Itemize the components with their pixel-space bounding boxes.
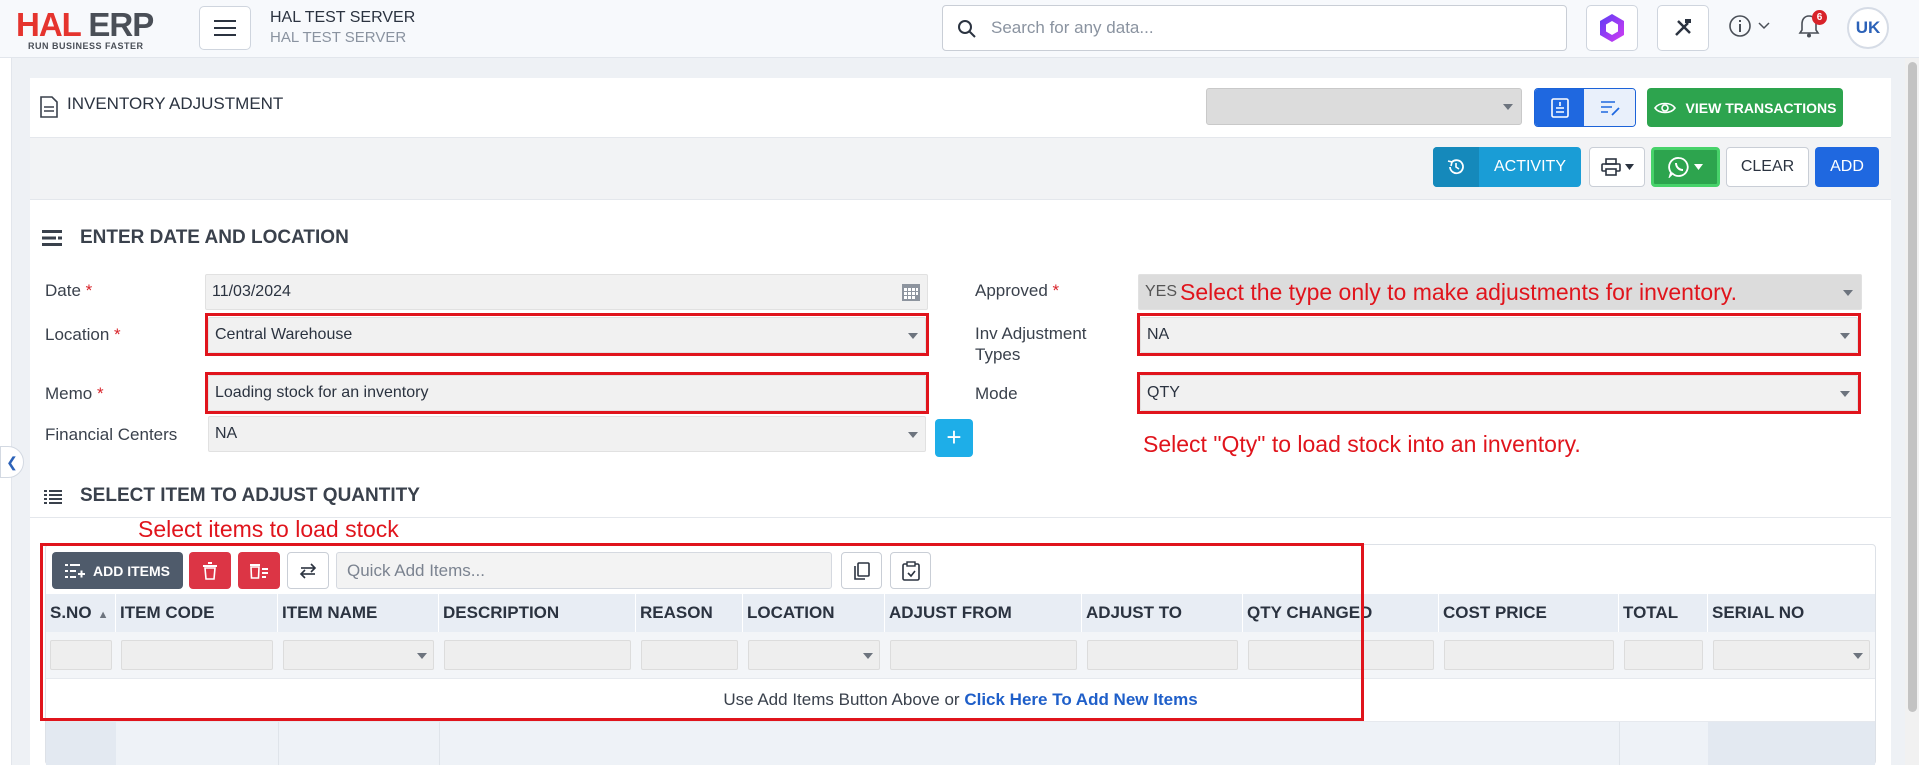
filter-cost-price[interactable] (1444, 640, 1614, 670)
transaction-select[interactable] (1206, 88, 1522, 125)
help-menu[interactable] (1728, 14, 1770, 38)
print-dropdown-button[interactable] (1589, 147, 1645, 187)
sidebar-expand-button[interactable]: ❮ (0, 446, 24, 478)
section-title-select-items: SELECT ITEM TO ADJUST QUANTITY (80, 485, 420, 506)
edit-list-icon (1600, 100, 1620, 116)
column-header-cost-price[interactable]: COST PRICE (1439, 594, 1619, 632)
memo-highlight (205, 372, 929, 414)
tools-button[interactable] (1657, 5, 1709, 51)
view-transactions-button[interactable]: VIEW TRANSACTIONS (1647, 88, 1843, 127)
inventory-adjustment-card: INVENTORY ADJUSTMENT VIEW TRANSACTIONS A… (30, 78, 1891, 765)
add-button[interactable]: ADD (1815, 147, 1879, 187)
list-section-icon (44, 490, 62, 504)
left-rail (0, 58, 12, 765)
financial-centers-select[interactable]: NA (208, 416, 926, 452)
eye-icon (1653, 102, 1676, 113)
date-label: Date * (45, 281, 93, 300)
date-field[interactable]: 11/03/2024 (205, 274, 928, 310)
inv-types-highlight (1137, 313, 1861, 356)
grid-stripe (46, 722, 116, 765)
financial-centers-label: Financial Centers (45, 425, 178, 444)
grid-divider (278, 722, 279, 765)
column-header-total[interactable]: TOTAL (1619, 594, 1708, 632)
card-header: INVENTORY ADJUSTMENT VIEW TRANSACTIONS (30, 78, 1891, 138)
financial-centers-value: NA (215, 425, 238, 442)
action-toolbar: ACTIVITY CLEAR ADD (30, 138, 1891, 200)
approved-value: YES (1145, 283, 1178, 300)
printer-icon (1600, 158, 1621, 176)
server-info: HAL TEST SERVER HAL TEST SERVER (270, 8, 415, 48)
hal-erp-logo[interactable]: HAL ERP RUN BUSINESS FASTER (16, 6, 186, 51)
chevron-down-icon (908, 432, 918, 438)
grid-stripe (1708, 722, 1875, 765)
filter-serial-no[interactable] (1713, 640, 1870, 670)
list-view-button[interactable] (1584, 89, 1635, 126)
menu-toggle-button[interactable] (199, 6, 251, 50)
view-mode-toggle (1534, 88, 1636, 127)
section-title-date-location: ENTER DATE AND LOCATION (80, 227, 349, 248)
scrollbar-thumb[interactable] (1908, 62, 1917, 712)
inv-adjustment-types-label: Inv Adjustment Types (975, 324, 1087, 364)
plus-icon: + (946, 422, 962, 452)
clear-button[interactable]: CLEAR (1726, 147, 1809, 187)
search-icon (958, 20, 976, 38)
chevron-left-icon: ❮ (6, 453, 18, 470)
memo-label: Memo * (45, 384, 104, 403)
tools-icon (1675, 19, 1691, 36)
mode-highlight (1137, 372, 1861, 414)
location-highlight (205, 313, 929, 356)
hamburger-icon (214, 20, 236, 36)
hexagon-logo-icon (1600, 14, 1624, 42)
grid-divider (439, 722, 440, 765)
search-input[interactable] (991, 14, 1551, 42)
activity-label: ACTIVITY (1493, 158, 1566, 175)
activity-button[interactable]: ACTIVITY (1433, 147, 1581, 187)
add-financial-center-button[interactable]: + (935, 419, 973, 457)
caret-down-icon (1624, 164, 1634, 170)
notification-count-badge: 6 (1812, 10, 1827, 25)
add-document-icon (1550, 97, 1569, 118)
mode-label: Mode (975, 384, 1018, 403)
form-view-button[interactable] (1535, 89, 1585, 126)
items-annotation: Select items to load stock (138, 516, 399, 542)
type-annotation: Select the type only to make adjustments… (1180, 279, 1737, 305)
server-subtitle: HAL TEST SERVER (270, 29, 407, 46)
chevron-down-icon (1853, 653, 1863, 659)
top-bar: HAL ERP RUN BUSINESS FASTER HAL TEST SER… (0, 0, 1919, 58)
approved-label: Approved * (975, 281, 1060, 300)
calendar-icon[interactable] (901, 282, 921, 302)
logo-wordmark: HAL ERP (16, 6, 154, 43)
whatsapp-share-button[interactable] (1651, 147, 1720, 187)
filter-total[interactable] (1624, 640, 1703, 670)
location-label: Location * (45, 325, 121, 344)
user-avatar[interactable]: UK (1847, 7, 1889, 49)
items-grid-highlight (40, 543, 1364, 721)
form-section-icon (42, 230, 62, 246)
date-value: 11/03/2024 (212, 283, 291, 300)
logo-tagline: RUN BUSINESS FASTER (28, 41, 144, 51)
chevron-down-icon (1503, 104, 1513, 110)
page-title: INVENTORY ADJUSTMENT (67, 94, 284, 113)
chevron-down-icon (1843, 290, 1853, 296)
app-launcher-button[interactable] (1586, 5, 1638, 51)
server-title: HAL TEST SERVER (270, 9, 416, 26)
info-icon (1729, 15, 1751, 37)
whatsapp-icon (1668, 157, 1689, 178)
history-icon (1433, 147, 1479, 187)
column-header-serial-no[interactable]: SERIAL NO (1708, 594, 1875, 632)
global-search[interactable] (942, 5, 1567, 51)
view-transactions-label: VIEW TRANSACTIONS (1685, 99, 1837, 116)
qty-annotation: Select "Qty" to load stock into an inven… (1143, 431, 1581, 457)
grid-body (46, 722, 1875, 765)
document-icon (40, 96, 58, 118)
chevron-down-icon (1758, 22, 1770, 30)
grid-divider (1619, 722, 1620, 765)
caret-down-icon (1694, 164, 1703, 170)
